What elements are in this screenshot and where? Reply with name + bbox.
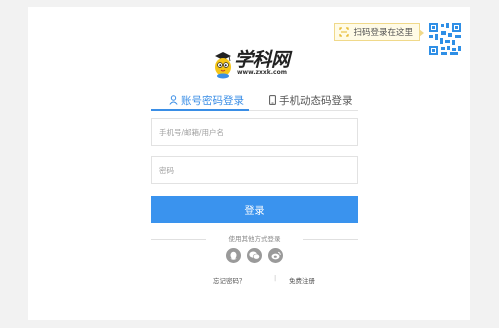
wechat-icon xyxy=(249,251,260,260)
register-link[interactable]: 免费注册 xyxy=(289,275,315,285)
tab-password-login-label: 账号密码登录 xyxy=(181,94,244,107)
qr-login-hint[interactable]: 扫码登录在这里 xyxy=(334,23,424,41)
password-input[interactable] xyxy=(151,156,358,184)
wechat-login-button[interactable] xyxy=(247,248,262,263)
weibo-icon xyxy=(271,251,281,260)
tab-sms-login[interactable]: 手机动态码登录 xyxy=(269,89,353,111)
brand-name: 学科网 xyxy=(234,49,290,71)
login-page: 扫码登录在这里 学科网 www.zxxk.com 账号密码登录 手机动态码登录 … xyxy=(0,0,499,328)
phone-icon xyxy=(269,95,276,105)
account-input[interactable] xyxy=(151,118,358,146)
footer-strip xyxy=(0,320,499,328)
link-separator: | xyxy=(274,274,277,282)
other-login-label: 使用其他方式登录 xyxy=(228,235,281,243)
brand-url: www.zxxk.com xyxy=(237,69,287,76)
login-tabs: 账号密码登录 手机动态码登录 xyxy=(151,89,358,111)
other-login-divider: 使用其他方式登录 xyxy=(151,233,358,245)
qr-code-icon[interactable] xyxy=(427,21,464,58)
active-tab-indicator xyxy=(151,109,249,111)
qq-login-button[interactable] xyxy=(226,248,241,263)
scan-icon xyxy=(339,27,349,37)
weibo-login-button[interactable] xyxy=(268,248,283,263)
mascot-icon xyxy=(215,52,231,79)
brand-logo: 学科网 www.zxxk.com xyxy=(212,45,292,85)
tab-password-login[interactable]: 账号密码登录 xyxy=(169,89,244,111)
account-links: 忘记密码？ | 免费注册 xyxy=(213,274,333,287)
login-button[interactable]: 登录 xyxy=(151,196,358,223)
login-card: 扫码登录在这里 学科网 www.zxxk.com 账号密码登录 手机动态码登录 … xyxy=(28,7,470,320)
qr-hint-text: 扫码登录在这里 xyxy=(353,28,413,38)
divider-line-right xyxy=(303,239,358,240)
tab-sms-login-label: 手机动态码登录 xyxy=(279,94,353,107)
qq-icon xyxy=(230,251,237,260)
forgot-password-link[interactable]: 忘记密码？ xyxy=(213,275,246,285)
user-icon xyxy=(169,95,178,105)
social-login xyxy=(226,248,284,264)
